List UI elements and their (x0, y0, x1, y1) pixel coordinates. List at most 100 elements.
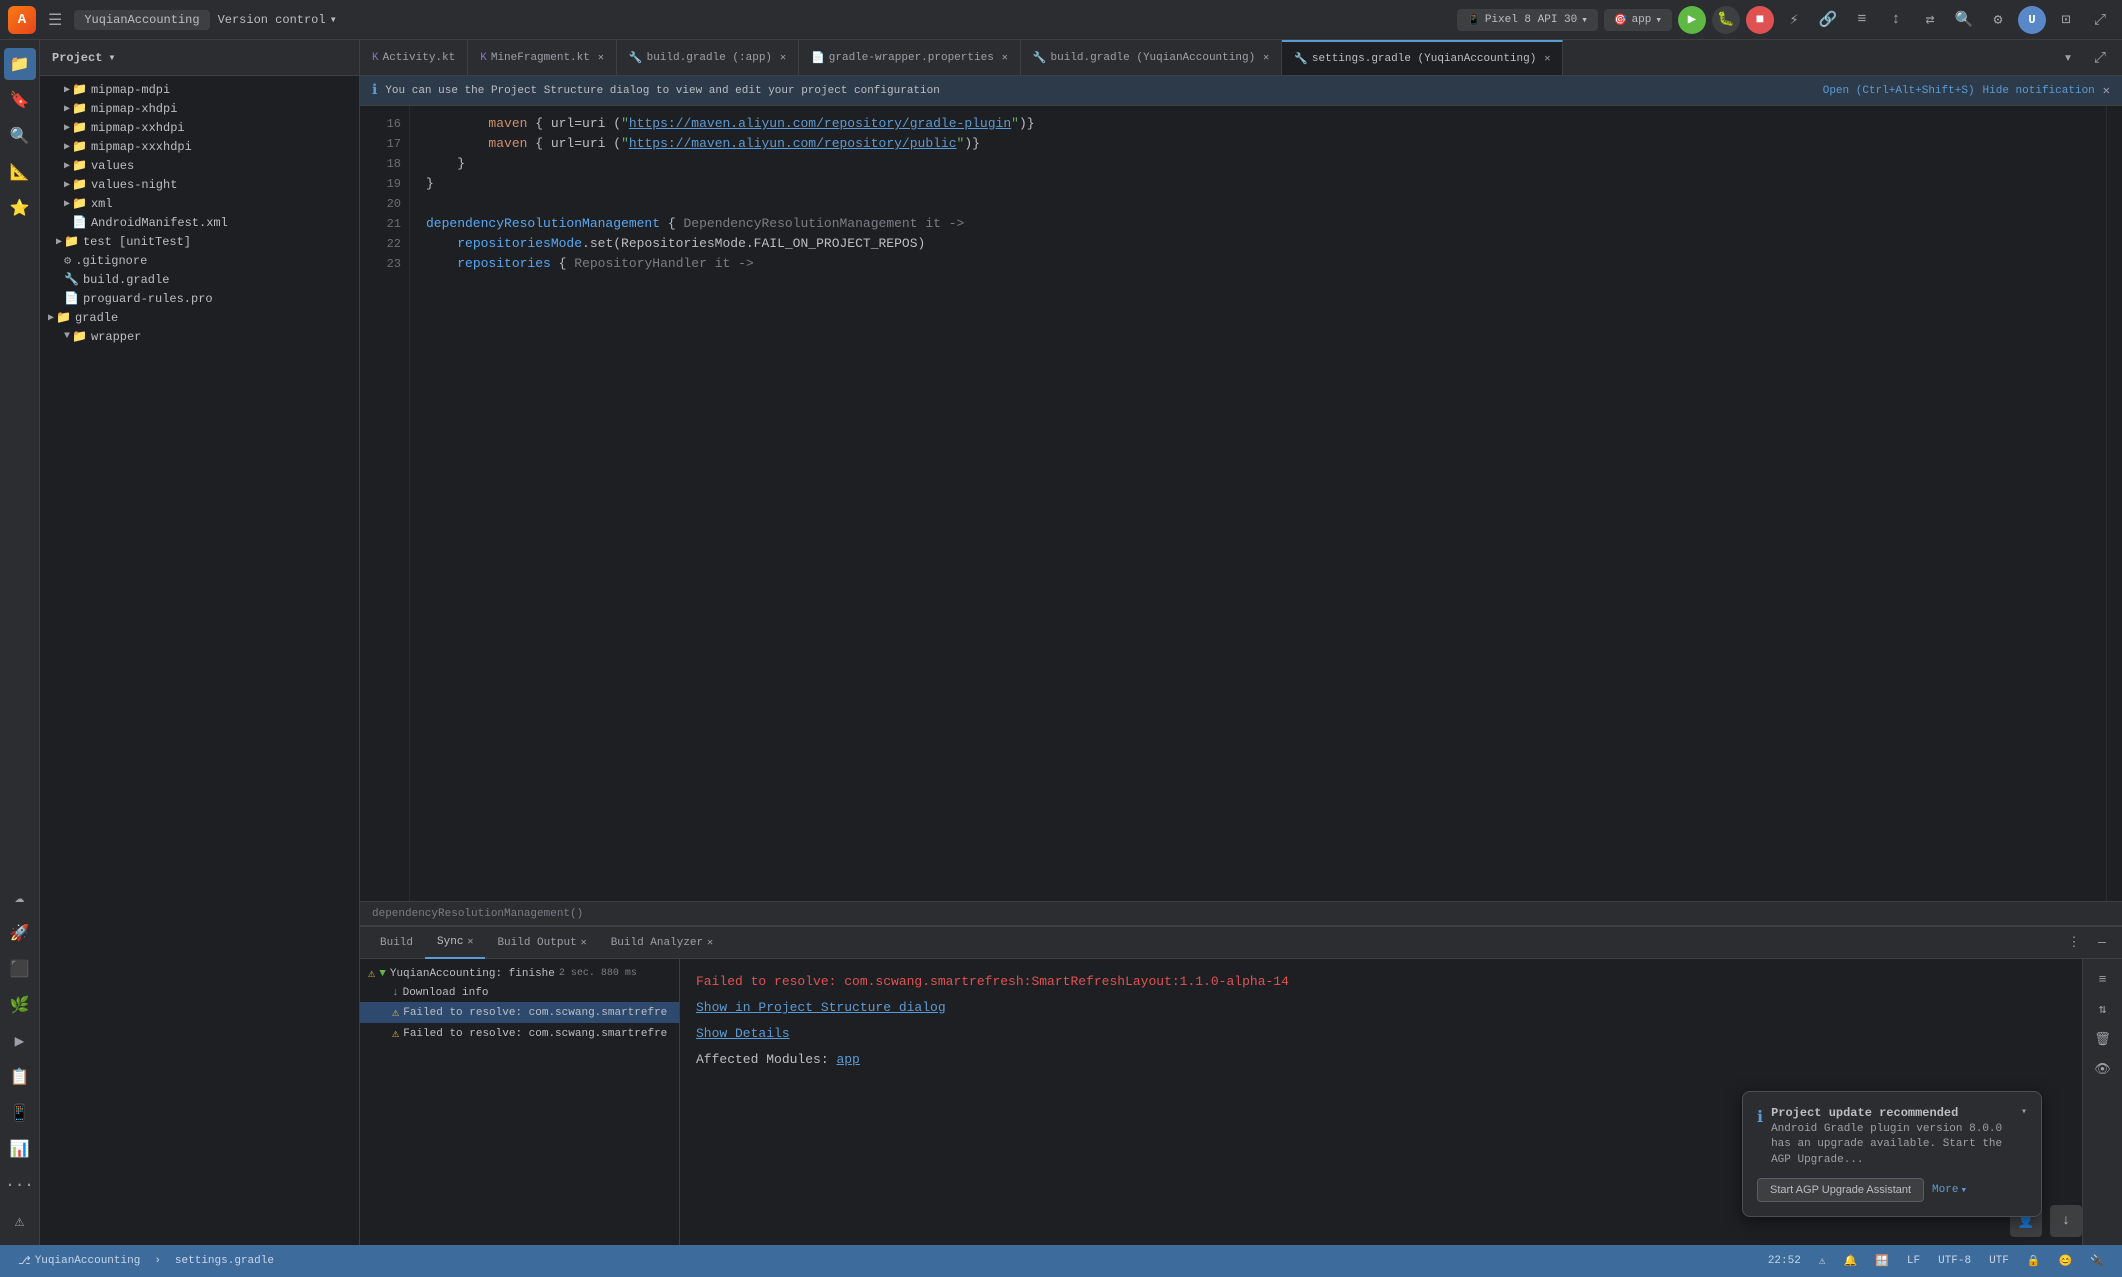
tab-settings-gradle-yuqian[interactable]: 🔧 settings.gradle (YuqianAccounting) ✕ (1282, 40, 1563, 76)
status-file[interactable]: settings.gradle (169, 1245, 280, 1277)
show-project-structure-link[interactable]: Show in Project Structure dialog (696, 1000, 946, 1015)
list-item[interactable]: ▶ 📁 values-night (40, 175, 359, 194)
list-item[interactable]: ▶ 🔧 build.gradle (40, 270, 359, 289)
list-item[interactable]: ▶ 📁 mipmap-xxxhdpi (40, 137, 359, 156)
sidebar-icon-problems[interactable]: ⚠ (4, 1205, 36, 1237)
version-control-selector[interactable]: Version control ▾ (218, 12, 337, 27)
notification-hide-link[interactable]: Hide notification (1983, 85, 2095, 97)
show-details-link[interactable]: Show Details (696, 1026, 790, 1041)
list-item[interactable]: ▶ 📁 mipmap-mdpi (40, 80, 359, 99)
sidebar-icon-bookmarks[interactable]: 🔖 (4, 84, 36, 116)
debug-button[interactable]: 🐛 (1712, 6, 1740, 34)
settings-button[interactable]: ⚙ (1984, 6, 2012, 34)
list-item[interactable]: ⚠ ▼ YuqianAccounting: finishe 2 sec. 880… (360, 963, 679, 984)
status-power[interactable]: 🔌 (2084, 1245, 2110, 1277)
build-filter-button[interactable]: ≡ (2091, 967, 2115, 991)
floating-download-icon[interactable]: ↓ (2050, 1205, 2082, 1237)
list-item[interactable]: ▶ 📄 AndroidManifest.xml (40, 213, 359, 232)
list-item[interactable]: ▶ ⚙ .gitignore (40, 251, 359, 270)
project-header-dropdown[interactable]: ▾ (108, 50, 115, 65)
sidebar-icon-cloud[interactable]: ☁ (4, 881, 36, 913)
status-line-separator[interactable]: LF (1901, 1245, 1926, 1277)
sidebar-icon-more[interactable]: ··· (4, 1169, 36, 1201)
build-tab-analyzer[interactable]: Build Analyzer ✕ (599, 927, 725, 959)
code-content[interactable]: maven { url=uri ("https://maven.aliyun.c… (410, 106, 2106, 901)
list-item[interactable]: ▶ 📁 gradle (40, 308, 359, 327)
build-tab-sync[interactable]: Sync ✕ (425, 927, 485, 959)
build-minimize-button[interactable]: — (2090, 931, 2114, 955)
run-button[interactable]: ▶ (1678, 6, 1706, 34)
tab-close-icon[interactable]: ✕ (1544, 53, 1550, 65)
list-item[interactable]: ▶ 📄 proguard-rules.pro (40, 289, 359, 308)
restore-button[interactable]: ⤢ (2086, 6, 2114, 34)
popup-more-button[interactable]: More ▾ (1932, 1183, 1967, 1197)
task-manager-button[interactable]: ≡ (1848, 6, 1876, 34)
sidebar-icon-terminal[interactable]: ⬛ (4, 953, 36, 985)
tab-close-icon[interactable]: ✕ (1002, 52, 1008, 64)
tab-settings-button[interactable]: ▾ (2054, 44, 2082, 72)
status-feedback[interactable]: 😊 (2053, 1245, 2079, 1277)
sidebar-icon-logcat[interactable]: 📋 (4, 1061, 36, 1093)
tab-close-icon[interactable]: ✕ (780, 52, 786, 64)
tab-gradle-wrapper-props[interactable]: 📄 gradle-wrapper.properties ✕ (799, 40, 1021, 76)
list-item[interactable]: ▼ 📁 wrapper (40, 327, 359, 346)
search-button[interactable]: 🔍 (1950, 6, 1978, 34)
tab-close-icon[interactable]: ✕ (598, 52, 604, 64)
build-options-button[interactable]: ⋮ (2062, 931, 2086, 955)
notification-open-link[interactable]: Open (Ctrl+Alt+Shift+S) (1823, 85, 1975, 97)
app-run-config[interactable]: 🎯 app ▾ (1604, 9, 1672, 31)
sidebar-icon-deploy[interactable]: 🚀 (4, 917, 36, 949)
build-tab-build[interactable]: Build (368, 927, 425, 959)
list-item[interactable]: ⚠ Failed to resolve: com.scwang.smartref… (360, 1023, 679, 1044)
menu-icon[interactable]: ☰ (44, 6, 66, 34)
stop-button[interactable]: ■ (1746, 6, 1774, 34)
build-delete-button[interactable]: 🗑 (2091, 1027, 2115, 1051)
list-item[interactable]: ↓ Download info (360, 984, 679, 1002)
device-selector[interactable]: 📱 Pixel 8 API 30 ▾ (1457, 9, 1598, 31)
list-item[interactable]: ▶ 📁 mipmap-xhdpi (40, 99, 359, 118)
project-name[interactable]: YuqianAccounting (74, 10, 209, 30)
tab-close-icon[interactable]: ✕ (1263, 52, 1269, 64)
status-warnings[interactable]: ⚠ (1813, 1245, 1832, 1277)
status-notifications[interactable]: 🔔 (1837, 1245, 1863, 1277)
start-agp-upgrade-button[interactable]: Start AGP Upgrade Assistant (1757, 1178, 1924, 1202)
status-indent[interactable]: UTF (1983, 1245, 2015, 1277)
sidebar-icon-find[interactable]: 🔍 (4, 120, 36, 152)
status-git-branch[interactable]: ⎇ YuqianAccounting (12, 1245, 146, 1277)
tab-activity-kt[interactable]: K Activity.kt (360, 40, 468, 76)
sidebar-icon-git[interactable]: 🌿 (4, 989, 36, 1021)
attach-debugger-button[interactable]: 🔗 (1814, 6, 1842, 34)
build-expand-button[interactable]: ⇅ (2091, 997, 2115, 1021)
tab-build-gradle-yuqian[interactable]: 🔧 build.gradle (YuqianAccounting) ✕ (1021, 40, 1282, 76)
list-item[interactable]: ▶ 📁 test [unitTest] (40, 232, 359, 251)
build-tab-output[interactable]: Build Output ✕ (485, 927, 598, 959)
sidebar-icon-favorites[interactable]: ⭐ (4, 192, 36, 224)
affected-module-app-link[interactable]: app (836, 1052, 859, 1067)
sidebar-icon-profiler[interactable]: 📊 (4, 1133, 36, 1165)
user-avatar[interactable]: U (2018, 6, 2046, 34)
list-item[interactable]: ▶ 📁 mipmap-xxhdpi (40, 118, 359, 137)
sidebar-icon-device[interactable]: 📱 (4, 1097, 36, 1129)
status-position[interactable]: 22:52 (1762, 1245, 1807, 1277)
ide-layout-button[interactable]: ⊡ (2052, 6, 2080, 34)
list-item[interactable]: ▶ 📁 xml (40, 194, 359, 213)
tab-build-gradle-app[interactable]: 🔧 build.gradle (:app) ✕ (617, 40, 799, 76)
sync-button[interactable]: ↕ (1882, 6, 1910, 34)
popup-expand-icon[interactable]: ▾ (2021, 1106, 2027, 1118)
profile-button[interactable]: ⚡ (1780, 6, 1808, 34)
build-tab-close-icon[interactable]: ✕ (581, 937, 587, 949)
sidebar-icon-project[interactable]: 📁 (4, 48, 36, 80)
notification-close-button[interactable]: ✕ (2103, 83, 2110, 98)
sidebar-icon-structure[interactable]: 📐 (4, 156, 36, 188)
build-eye-button[interactable]: 👁 (2091, 1057, 2115, 1081)
status-os[interactable]: 🪟 (1869, 1245, 1895, 1277)
build-tab-close-icon[interactable]: ✕ (467, 936, 473, 948)
list-item[interactable]: ▶ 📁 values (40, 156, 359, 175)
status-gpl[interactable]: 🔒 (2021, 1245, 2047, 1277)
sidebar-icon-run[interactable]: ▶ (4, 1025, 36, 1057)
tab-expand-button[interactable]: ⤢ (2086, 44, 2114, 72)
build-tab-close-icon[interactable]: ✕ (707, 937, 713, 949)
status-encoding[interactable]: UTF-8 (1932, 1245, 1977, 1277)
translate-button[interactable]: ⇄ (1916, 6, 1944, 34)
tab-mine-fragment[interactable]: K MineFragment.kt ✕ (468, 40, 617, 76)
